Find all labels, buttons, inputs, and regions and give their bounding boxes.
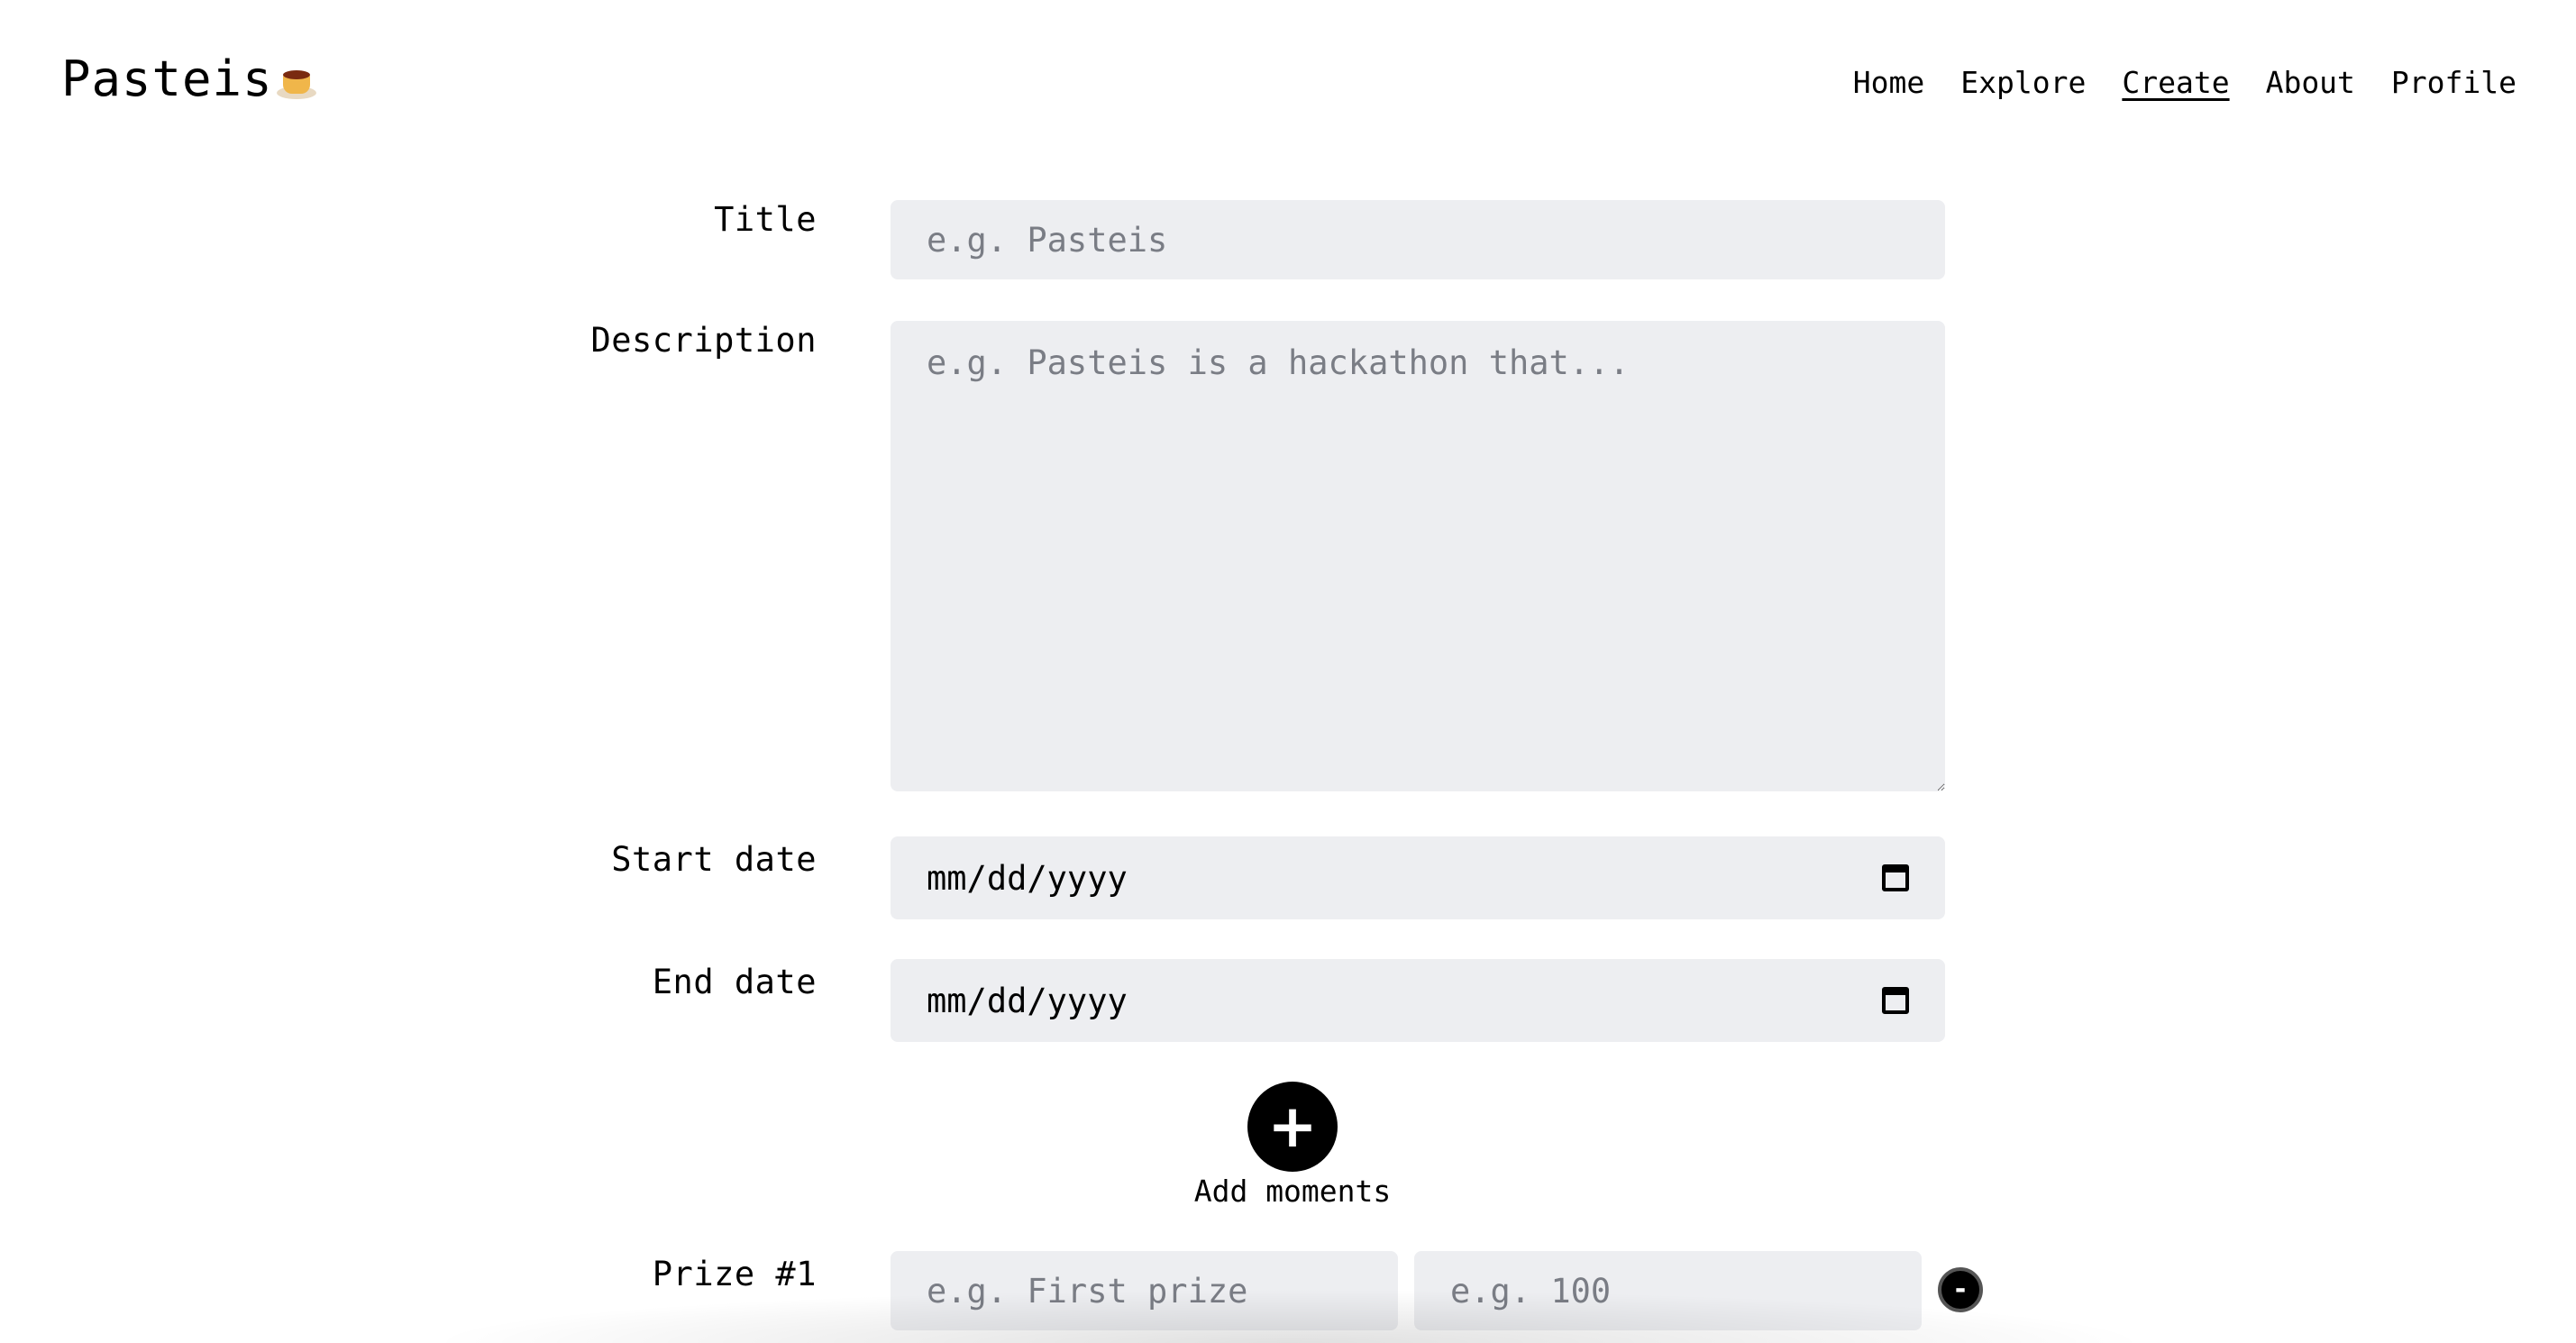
- end-date-input[interactable]: mm/dd/yyyy: [891, 959, 1945, 1042]
- description-label: Description: [590, 321, 817, 360]
- nav-home[interactable]: Home: [1853, 65, 1924, 101]
- calendar-icon[interactable]: [1882, 987, 1909, 1014]
- footer-shadow: [424, 1289, 2154, 1343]
- calendar-icon[interactable]: [1882, 864, 1909, 891]
- main-nav: Home Explore Create About Profile: [1853, 65, 2517, 101]
- flan-icon: [275, 63, 318, 106]
- nav-create[interactable]: Create: [2122, 65, 2229, 101]
- title-input[interactable]: [891, 200, 1945, 279]
- nav-explore[interactable]: Explore: [1960, 65, 2086, 101]
- start-date-label: Start date: [611, 840, 817, 879]
- logo-text: Pasteis: [61, 50, 273, 107]
- description-textarea[interactable]: [891, 321, 1945, 791]
- logo[interactable]: Pasteis: [61, 50, 318, 108]
- nav-about[interactable]: About: [2266, 65, 2355, 101]
- end-date-label: End date: [652, 963, 817, 1001]
- nav-profile[interactable]: Profile: [2391, 65, 2517, 101]
- add-moments-button[interactable]: +: [1247, 1082, 1338, 1172]
- end-date-value: mm/dd/yyyy: [927, 981, 1128, 1020]
- header: Pasteis Home Explore Create About Profil…: [0, 0, 2576, 162]
- plus-icon: +: [1267, 1092, 1318, 1161]
- start-date-input[interactable]: mm/dd/yyyy: [891, 836, 1945, 919]
- title-label: Title: [714, 200, 817, 239]
- start-date-value: mm/dd/yyyy: [927, 858, 1128, 898]
- add-moments-label: Add moments: [1193, 1174, 1392, 1209]
